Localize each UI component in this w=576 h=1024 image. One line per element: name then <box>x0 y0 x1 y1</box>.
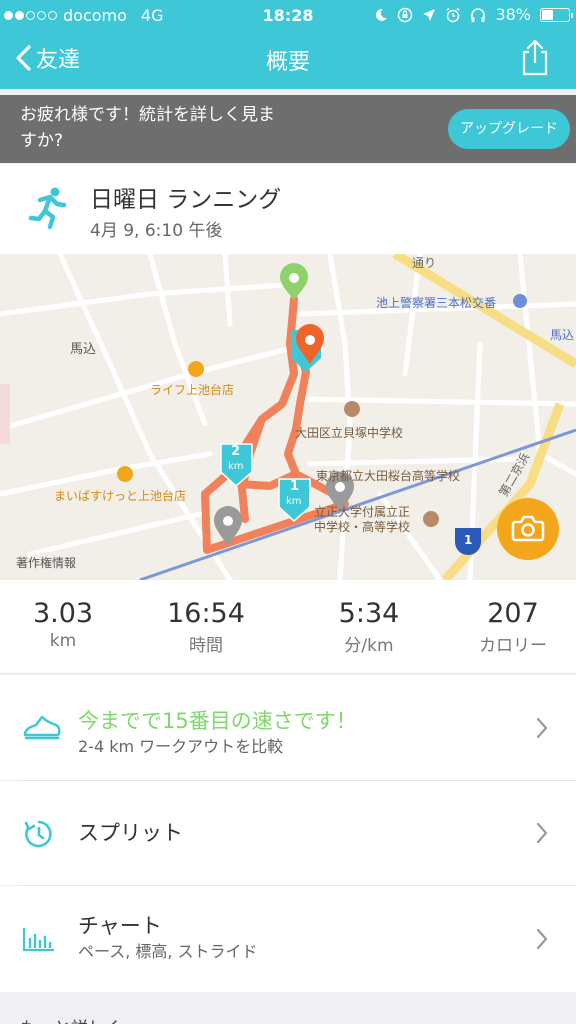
stat-distance-value: 3.03 <box>32 598 94 629</box>
achievement-title: 今までで15番目の速さです！ <box>78 709 357 733</box>
header: docomo 4G 18:28 38% 友達 概要 <box>0 0 576 89</box>
more-details-label: もっと詳しく <box>20 1014 122 1024</box>
banner-message: お疲れ様です！統計を詳しく見ますか? <box>20 105 275 151</box>
chart-subtitle: ペース, 標高, ストライド <box>78 942 258 961</box>
map-label-police: 池上警察署三本松交番 <box>376 296 497 310</box>
chart-title: チャート <box>78 914 162 938</box>
activity-name: 日曜日 ランニング <box>90 187 282 213</box>
row-splits[interactable]: スプリット <box>0 781 576 885</box>
stat-duration: 16:54 時間 <box>134 598 278 656</box>
stopwatch-icon <box>22 817 56 855</box>
stat-calories-value: 207 <box>487 598 539 629</box>
km-marker-2-unit: km <box>228 461 244 472</box>
map-label-life: ライフ上池台店 <box>150 383 235 397</box>
map-label-street: 通り <box>412 256 437 270</box>
map-label-school-rissho-b: 中学校・高等学校 <box>314 520 411 534</box>
navigation-bar: 友達 概要 <box>0 30 576 89</box>
headphones-icon <box>471 7 486 22</box>
location-icon <box>423 8 436 21</box>
activity-date: 4月 9, 6:10 午後 <box>90 221 223 241</box>
upgrade-banner: お疲れ様です！統計を詳しく見ますか? アップグレード <box>0 95 576 163</box>
add-photo-button[interactable] <box>497 498 559 560</box>
stats-bar: 3.03 km 16:54 時間 5:34 分/km 207 カロリー <box>0 580 576 674</box>
map-label-school-kaizuka: 大田区立貝塚中学校 <box>295 426 404 440</box>
stat-duration-value: 16:54 <box>167 598 245 629</box>
achievement-subtitle: 2-4 km ワークアウトを比較 <box>78 737 284 756</box>
stat-pace-value: 5:34 <box>338 598 400 629</box>
running-icon <box>28 186 68 234</box>
bar-chart-icon <box>22 926 56 956</box>
stat-duration-unit: 時間 <box>189 636 223 656</box>
share-icon <box>522 39 548 76</box>
chevron-right-icon <box>536 822 548 848</box>
stat-distance-unit: km <box>49 631 77 651</box>
stat-calories: 207 カロリー <box>441 598 576 656</box>
chevron-right-icon <box>536 717 548 743</box>
row-chart[interactable]: チャート ペース, 標高, ストライド <box>0 886 576 992</box>
km-marker-1-unit: km <box>286 496 302 507</box>
activity-header: 日曜日 ランニング 4月 9, 6:10 午後 <box>0 164 576 254</box>
stat-pace-unit: 分/km <box>344 636 394 656</box>
route-map[interactable]: 馬込 池上警察署三本松交番 馬込 通り ライフ上池台店 まいばすけっと上池台店 … <box>0 254 576 580</box>
upgrade-button[interactable]: アップグレード <box>448 109 570 149</box>
stat-distance: 3.03 km <box>0 598 135 651</box>
stat-pace: 5:34 分/km <box>297 598 441 656</box>
alarm-icon <box>446 7 460 22</box>
map-label-route-number: 1 <box>464 533 473 547</box>
battery-percent: 38% <box>495 5 531 24</box>
map-label-umagome: 馬込 <box>70 342 97 357</box>
running-shoe-icon <box>22 711 62 745</box>
map-label-school-sakuradai: 東京都立大田桜台高等学校 <box>316 469 461 483</box>
status-bar: docomo 4G 18:28 38% <box>0 0 576 30</box>
splits-title: スプリット <box>78 821 183 845</box>
map-label-umagome-right: 馬込 <box>550 328 575 342</box>
camera-icon <box>511 515 545 542</box>
rotation-lock-icon <box>398 7 413 22</box>
chevron-right-icon <box>536 928 548 954</box>
status-right: 38% <box>374 5 573 24</box>
battery-icon <box>540 7 573 22</box>
page-title: 概要 <box>265 50 310 75</box>
map-label-maibasuket: まいばすけっと上池台店 <box>54 489 187 503</box>
more-details-section: もっと詳しく <box>0 992 576 1024</box>
stat-calories-unit: カロリー <box>479 636 547 656</box>
row-achievement[interactable]: 今までで15番目の速さです！ 2-4 km ワークアウトを比較 <box>0 675 576 780</box>
km-marker-2-number: 2 <box>231 444 241 459</box>
share-button[interactable] <box>520 38 550 80</box>
moon-icon <box>376 8 388 21</box>
km-marker-1-number: 1 <box>290 479 300 494</box>
map-copyright-link[interactable]: 著作権情報 <box>16 554 76 571</box>
